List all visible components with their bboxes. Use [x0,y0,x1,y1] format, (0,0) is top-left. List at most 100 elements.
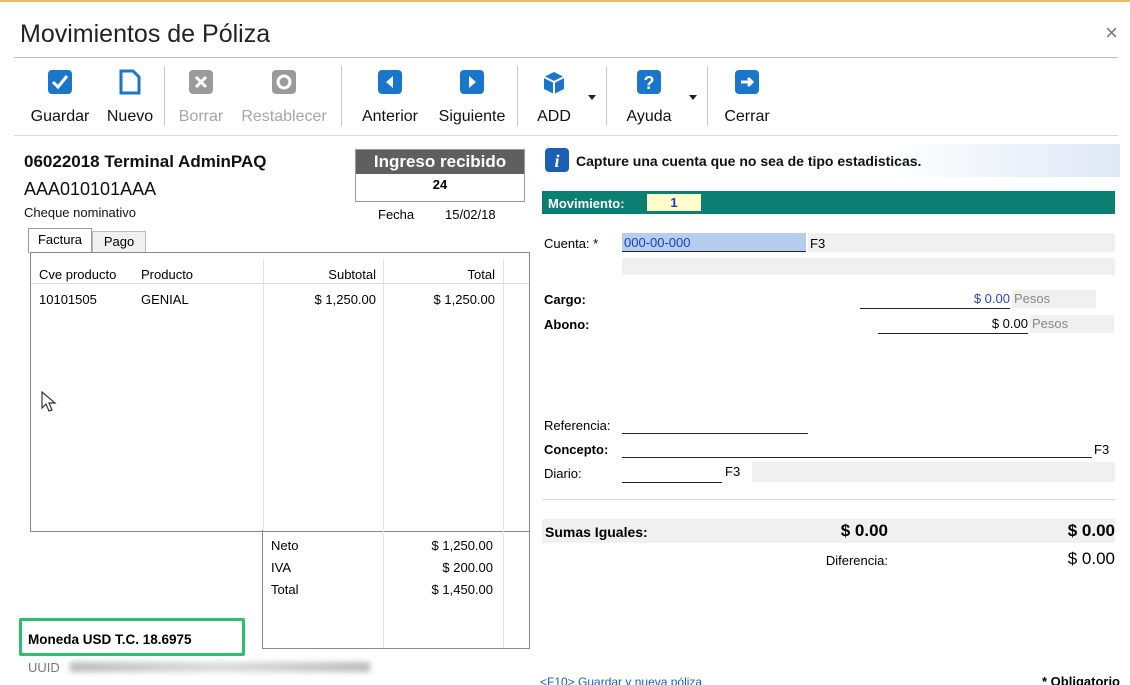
cerrar-label: Cerrar [724,108,770,125]
siguiente-label: Siguiente [438,108,506,125]
cuenta-name-display [622,258,1115,275]
moneda-text: Moneda USD T.C. 18.6975 [28,632,192,647]
fecha-label: Fecha [378,207,415,222]
status-box-number: 24 [432,177,448,192]
cuenta-f3-button[interactable]: F3 [810,236,825,251]
row-subtotal: $ 1,250.00 [314,292,376,307]
toolbar: Guardar Nuevo Borrar Restablecer Anterio… [14,57,1118,136]
referencia-label: Referencia: [544,418,611,433]
siguiente-button[interactable]: Siguiente [432,58,512,135]
cuenta-desc [808,233,1115,252]
cuenta-label: Cuenta: * [544,236,599,251]
diario-f3-button[interactable]: F3 [725,464,740,479]
delete-icon [188,69,214,95]
mouse-cursor-icon [41,390,59,418]
help-icon: ? [636,69,662,95]
abono-input[interactable]: $ 0.00 [878,315,1028,334]
concepto-f3-button[interactable]: F3 [1094,442,1109,457]
abono-unit: Pesos [1030,315,1114,333]
status-box: Ingreso recibido 24 [355,149,525,202]
anterior-button[interactable]: Anterior [350,58,430,135]
obligatorio-note: * Obligatorio [1042,674,1120,685]
document-header: 06022018 Terminal AdminPAQ [24,152,267,171]
nuevo-button[interactable]: Nuevo [100,58,160,135]
ayuda-button[interactable]: ? Ayuda [614,58,684,135]
concepto-input[interactable] [622,457,1092,458]
shortcut-link[interactable]: <F10> Guardar y nueva póliza [540,675,702,685]
concepto-label: Concepto: [544,442,609,457]
total-label: Total [271,582,299,597]
cuenta-input[interactable]: 000-00-000 [622,233,806,252]
guardar-button[interactable]: Guardar [22,58,98,135]
fecha-value: 15/02/18 [445,207,496,222]
products-grid: Cve producto Producto Subtotal Total 101… [30,252,530,532]
document-type: Cheque nominativo [24,205,137,220]
uuid-redacted [70,662,370,672]
guardar-label: Guardar [30,108,90,125]
cargo-input[interactable]: $ 0.00 [860,290,1010,309]
add-dropdown-chevron-icon[interactable] [588,95,596,100]
moneda-highlight: Moneda USD T.C. 18.6975 [19,618,245,656]
tab-factura[interactable]: Factura [28,228,92,253]
poliza-window: Movimientos de Póliza × Guardar Nuevo Bo… [0,0,1130,685]
cerrar-button[interactable]: Cerrar [714,58,780,135]
reset-icon [271,69,297,95]
movimiento-value: 1 [647,194,701,211]
add-button[interactable]: ADD [524,58,584,135]
diferencia-value: $ 0.00 [1067,549,1115,568]
add-label: ADD [537,108,571,125]
arrow-right-icon [459,69,485,95]
status-box-title: Ingreso recibido [356,150,524,174]
checkbox-icon [47,69,73,95]
uuid-label: UUID [28,660,60,675]
diario-label: Diario: [544,466,582,481]
svg-text:?: ? [644,73,655,93]
sumas-label: Sumas Iguales: [545,524,648,540]
cargo-label: Cargo: [544,292,586,307]
referencia-input[interactable] [622,433,808,434]
diario-desc [752,462,1115,482]
restablecer-button[interactable]: Restablecer [234,58,334,135]
diario-input[interactable] [622,482,722,483]
cargo-unit: Pesos [1012,290,1096,308]
neto-label: Neto [271,538,299,553]
iva-label: IVA [271,560,291,575]
sumas-abono: $ 0.00 [1067,521,1115,540]
row-cve: 10101505 [39,292,97,307]
row-producto: GENIAL [141,292,189,307]
window-title: Movimientos de Póliza [20,20,271,48]
grid-header-subtotal: Subtotal [328,267,376,282]
arrow-left-icon [377,69,403,95]
diferencia-label: Diferencia: [825,553,888,568]
nuevo-label: Nuevo [106,108,154,125]
table-row[interactable]: 10101505 GENIAL $ 1,250.00 $ 1,250.00 [31,289,529,309]
svg-text:i: i [554,151,559,171]
exit-icon [734,69,760,95]
movimiento-bar: Movimiento: 1 [542,191,1115,214]
grid-header-producto: Producto [141,267,194,282]
cube-icon [541,69,567,95]
close-icon[interactable]: × [1105,20,1118,46]
abono-label: Abono: [544,317,590,332]
info-bar: i Capture una cuenta que no sea de tipo … [540,144,1120,177]
info-icon: i [544,147,570,178]
anterior-label: Anterior [361,108,419,125]
iva-value: $ 200.00 [442,560,493,575]
neto-value: $ 1,250.00 [431,538,493,553]
rfc-text: AAA010101AAA [24,179,157,199]
borrar-button[interactable]: Borrar [172,58,230,135]
ayuda-dropdown-chevron-icon[interactable] [689,95,697,100]
grid-header-total: Total [467,267,495,282]
ayuda-label: Ayuda [626,108,672,125]
sumas-cargo: $ 0.00 [840,521,888,540]
total-value: $ 1,450.00 [431,582,493,597]
new-document-icon [117,69,143,95]
grid-header-cve: Cve producto [39,267,117,282]
borrar-label: Borrar [178,108,224,125]
movimiento-label: Movimiento: [548,196,625,211]
tab-pago[interactable]: Pago [92,231,146,253]
grid-header: Cve producto Producto Subtotal Total [31,253,529,284]
row-total: $ 1,250.00 [433,292,495,307]
totals-panel: Neto $ 1,250.00 IVA $ 200.00 Total $ 1,4… [262,530,530,649]
restablecer-label: Restablecer [241,108,327,125]
